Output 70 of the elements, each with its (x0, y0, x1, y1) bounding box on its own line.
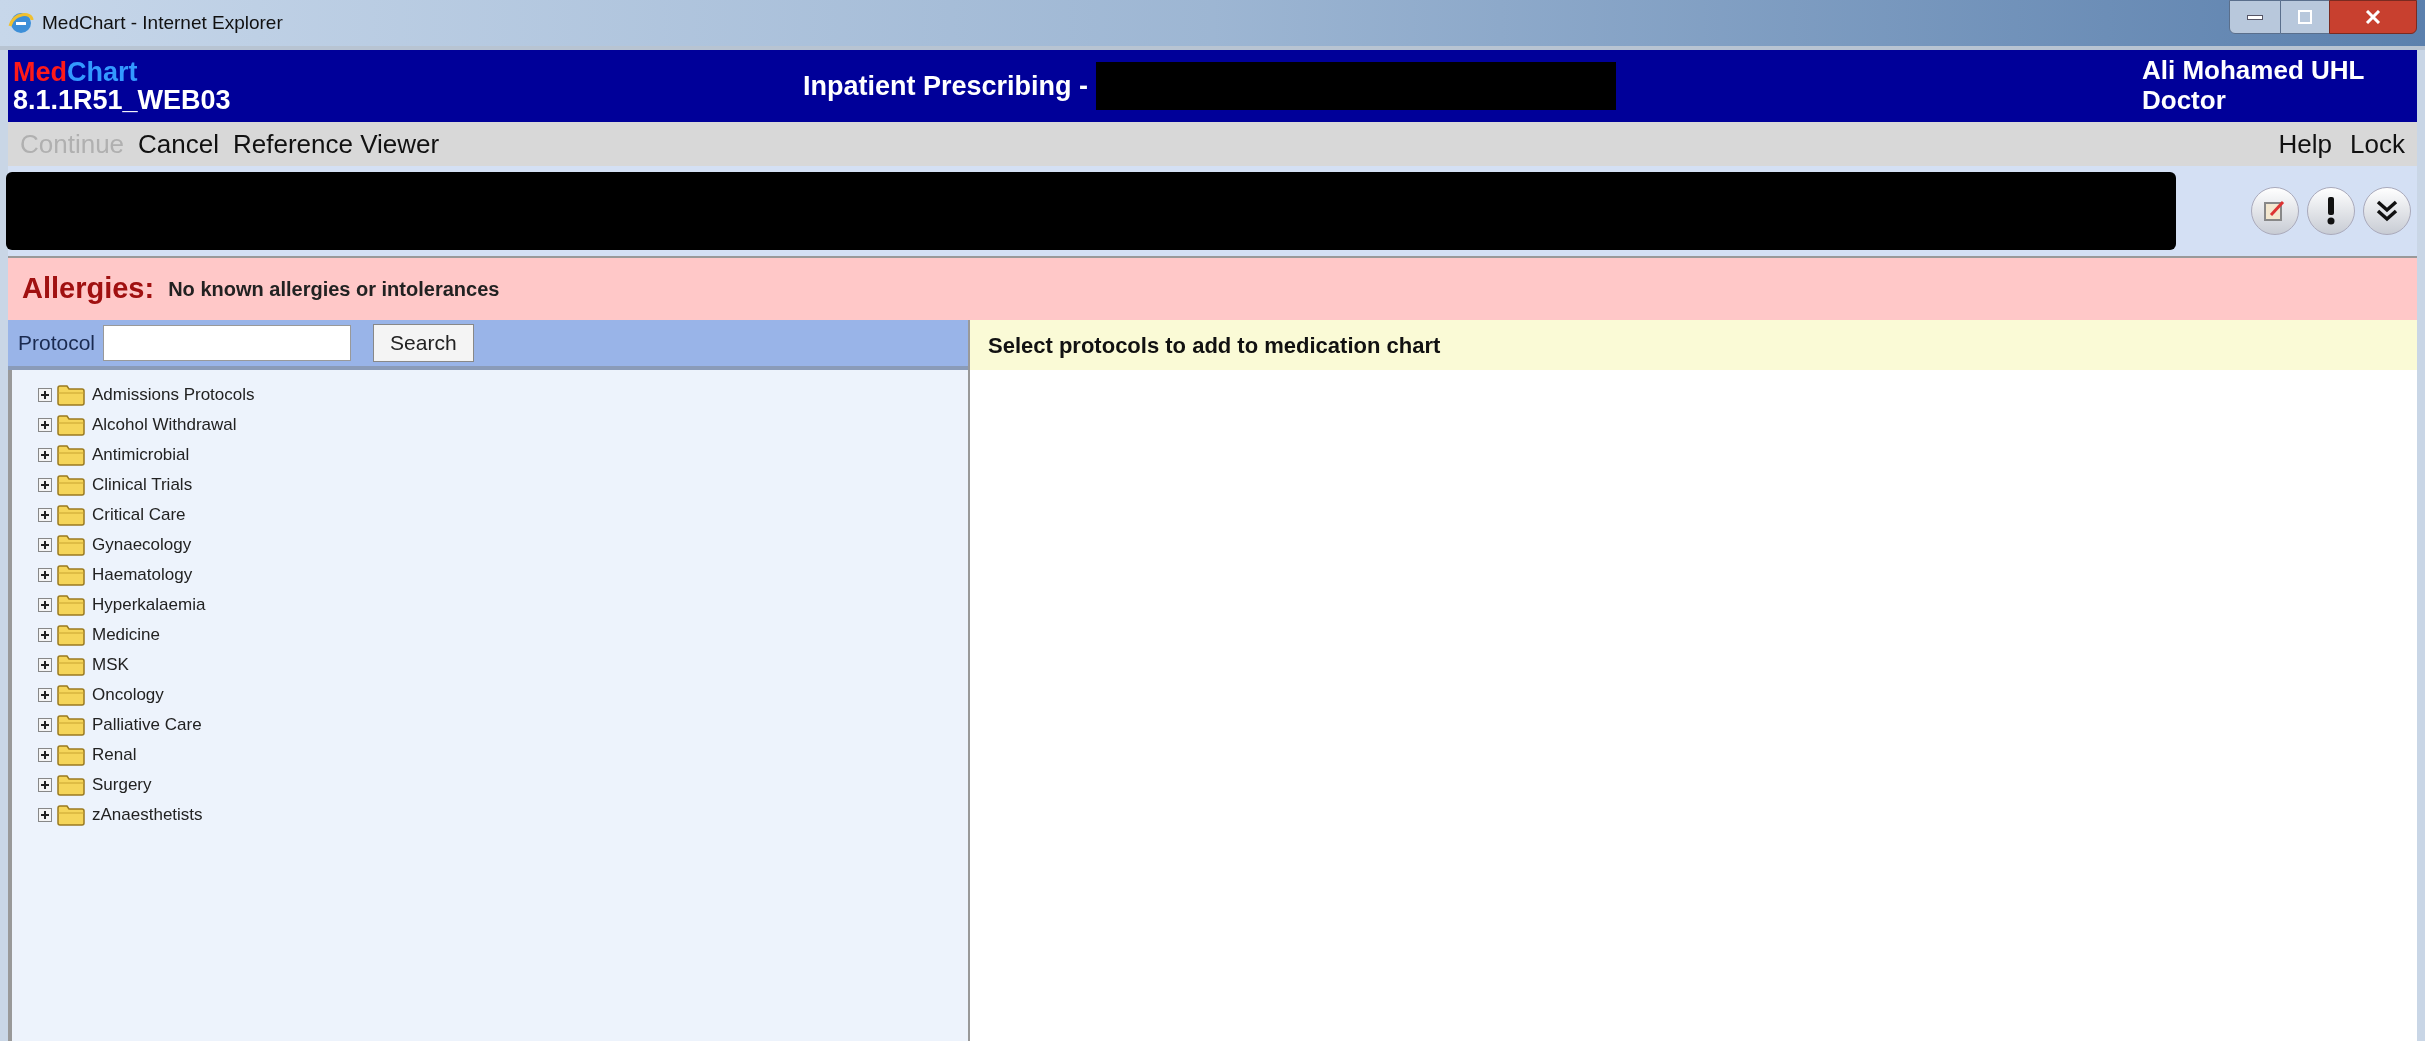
menu-link[interactable]: Help (2278, 124, 2333, 164)
menu-link[interactable]: Reference Viewer (233, 124, 440, 164)
expand-icon[interactable] (38, 568, 52, 582)
tree-item[interactable]: Antimicrobial (92, 442, 190, 468)
logo-text: Chart (67, 57, 138, 86)
expand-icon[interactable] (38, 748, 52, 762)
folder-icon (56, 504, 86, 526)
tree-item[interactable]: Surgery (92, 772, 152, 798)
expand-icon[interactable] (38, 478, 52, 492)
logo-text: Med (13, 57, 67, 86)
allergies-label: Allergies: (22, 271, 155, 307)
expand-icon[interactable] (38, 388, 52, 402)
main-panel-heading: Select protocols to add to medication chart (988, 331, 1441, 360)
version-text: 8.1.1R51_WEB03 (13, 86, 232, 115)
expand-icon[interactable] (2363, 187, 2411, 235)
folder-icon (56, 414, 86, 436)
expand-icon[interactable] (38, 538, 52, 552)
tree-item[interactable]: Clinical Trials (92, 472, 193, 498)
expand-icon[interactable] (38, 448, 52, 462)
page-title: Inpatient Prescribing - (803, 69, 1089, 103)
user-role: Doctor (2142, 86, 2227, 116)
folder-icon (56, 714, 86, 736)
tree-item[interactable]: Admissions Protocols (92, 382, 255, 408)
tree-item[interactable]: Alcohol Withdrawal (92, 412, 237, 438)
user-name: Ali Mohamed UHL (2142, 56, 2366, 86)
menu-link[interactable]: Lock (2350, 124, 2405, 164)
protocol-label: Protocol (18, 330, 96, 357)
restore-button[interactable] (2281, 0, 2329, 34)
tree-item[interactable]: Medicine (92, 622, 161, 648)
folder-icon (56, 744, 86, 766)
folder-icon (56, 534, 86, 556)
search-button[interactable]: Search (373, 324, 474, 362)
close-icon (2365, 10, 2381, 24)
minimize-button[interactable] (2229, 0, 2281, 34)
tree-item[interactable]: MSK (92, 652, 129, 678)
window-title: MedChart - Internet Explorer (42, 10, 283, 35)
tree-item[interactable]: Renal (92, 742, 137, 768)
expand-icon[interactable] (38, 718, 52, 732)
expand-icon[interactable] (38, 508, 52, 522)
folder-icon (56, 654, 86, 676)
tree-item[interactable]: Hyperkalaemia (92, 592, 206, 618)
expand-icon[interactable] (38, 598, 52, 612)
expand-icon[interactable] (38, 658, 52, 672)
edit-icon[interactable] (2251, 187, 2299, 235)
folder-icon (56, 474, 86, 496)
folder-icon (56, 384, 86, 406)
tree-item[interactable]: zAnaesthetists (92, 802, 203, 828)
close-button[interactable] (2329, 0, 2417, 34)
protocol-search-field[interactable] (103, 325, 352, 361)
browser-logo-icon (8, 10, 34, 36)
folder-icon (56, 804, 86, 826)
expand-icon[interactable] (38, 628, 52, 642)
menu-link[interactable]: Cancel (138, 124, 219, 164)
folder-icon (56, 594, 86, 616)
expand-icon[interactable] (38, 778, 52, 792)
alert-icon[interactable] (2307, 187, 2355, 235)
expand-icon[interactable] (38, 418, 52, 432)
folder-icon (56, 684, 86, 706)
allergies-text: No known allergies or intolerances (168, 277, 500, 302)
tree-item[interactable]: Oncology (92, 682, 164, 708)
expand-icon[interactable] (38, 808, 52, 822)
tree-item[interactable]: Gynaecology (92, 532, 192, 558)
expand-icon[interactable] (38, 688, 52, 702)
folder-icon (56, 624, 86, 646)
tree-item[interactable]: Haematology (92, 562, 193, 588)
folder-icon (56, 444, 86, 466)
tree-item[interactable]: Palliative Care (92, 712, 202, 738)
tree-item[interactable]: Critical Care (92, 502, 186, 528)
folder-icon (56, 564, 86, 586)
folder-icon (56, 774, 86, 796)
